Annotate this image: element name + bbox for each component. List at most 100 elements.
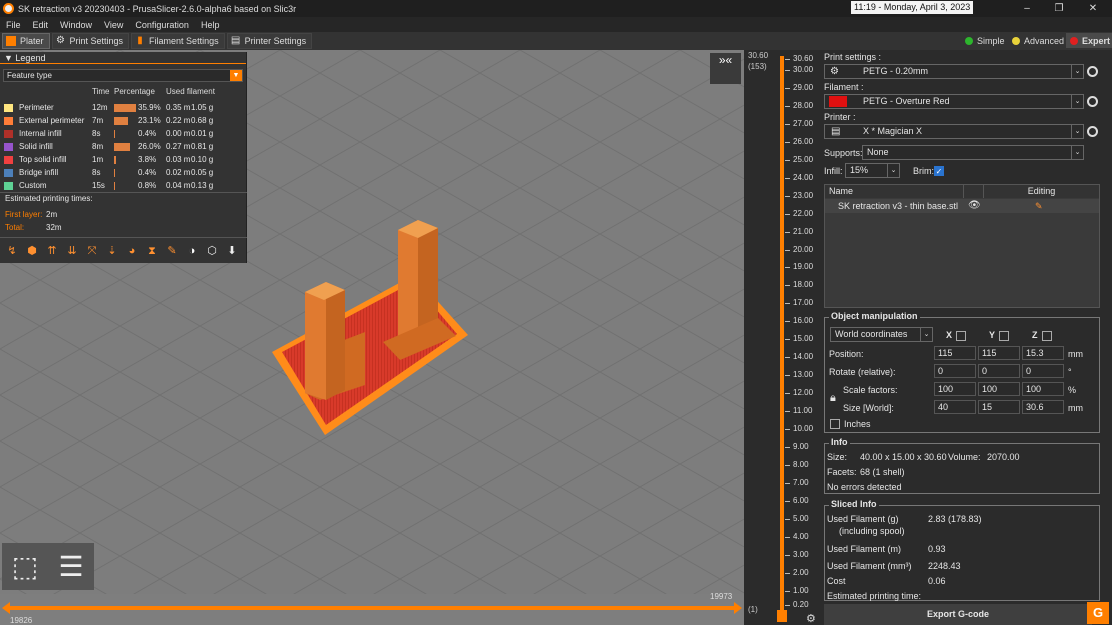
menu-view[interactable]: View	[98, 20, 129, 30]
close-button[interactable]: ✕	[1076, 0, 1110, 17]
center-of-gravity-icon[interactable]: ◑	[183, 242, 201, 260]
coordinates-combo[interactable]: World coordinates ⌄	[830, 327, 933, 342]
axis-z-label: Z	[1032, 330, 1038, 340]
object-row[interactable]: SK retraction v3 - thin base.stl 👁 ✎	[825, 199, 1099, 213]
mode-advanced-button[interactable]: Advanced	[1008, 33, 1068, 48]
travel-icon[interactable]: ↯	[3, 242, 21, 260]
inches-checkbox[interactable]	[830, 419, 840, 429]
size-z-input[interactable]: 30.6	[1022, 400, 1064, 414]
info-title: Info	[829, 437, 850, 447]
scale-z-input[interactable]: 100	[1022, 382, 1064, 396]
wipe-icon[interactable]: ⬢	[23, 242, 41, 260]
legend-meters: 0.03 m	[166, 155, 191, 164]
pause-prints-icon[interactable]: ⧗	[143, 242, 161, 260]
vslider-lock-icon[interactable]	[777, 610, 787, 622]
export-gcode-button[interactable]: Export G-code	[824, 604, 1092, 625]
custom-gcode-icon[interactable]: ✎	[163, 242, 181, 260]
tab-printer-settings[interactable]: ▤ Printer Settings	[226, 33, 313, 49]
tool-marker-icon[interactable]: ⬇	[223, 242, 241, 260]
shells-icon[interactable]: ⬡	[203, 242, 221, 260]
rotate-y-input[interactable]: 0	[978, 364, 1020, 378]
size-x-input[interactable]: 40	[934, 400, 976, 414]
3d-view-cube-icon[interactable]: ⬚	[5, 547, 45, 587]
menu-window[interactable]: Window	[54, 20, 98, 30]
supports-combo[interactable]: None ⌄	[862, 145, 1084, 160]
menu-help[interactable]: Help	[195, 20, 226, 30]
filament-edit-icon[interactable]	[1087, 96, 1098, 107]
object-list[interactable]: Name Editing SK retraction v3 - thin bas…	[824, 184, 1100, 308]
legend-row[interactable]: Top solid infill 1m 3.8% 0.03 m 0.10 g	[4, 154, 244, 166]
drop-z-icon[interactable]	[1042, 331, 1052, 341]
deretractions-icon[interactable]: ⇊	[63, 242, 81, 260]
view-type-select[interactable]: Feature type ▼	[3, 69, 243, 82]
color-changes-icon[interactable]: ◕	[123, 242, 141, 260]
chevron-down-icon: ⌄	[1071, 65, 1083, 78]
edit-object-icon[interactable]: ✎	[1035, 199, 1043, 213]
legend-row[interactable]: Solid infill 8m 26.0% 0.27 m 0.81 g	[4, 141, 244, 153]
printer-combo[interactable]: ▤ X * Magician X ⌄	[824, 124, 1084, 139]
retractions-icon[interactable]: ⇈	[43, 242, 61, 260]
collapse-sidebar-button[interactable]: »«	[710, 53, 741, 84]
print-settings-combo[interactable]: ⚙ PETG - 0.20mm ⌄	[824, 64, 1084, 79]
legend-panel: ▼ Legend Feature type ▼ Time Percentage U…	[0, 52, 247, 263]
advanced-dot-icon	[1012, 36, 1020, 45]
horizontal-slider[interactable]: 19826 19973	[0, 592, 744, 625]
rotate-x-input[interactable]: 0	[934, 364, 976, 378]
layer-tick-label: 21.00	[793, 226, 814, 236]
legend-row[interactable]: Bridge infill 8s 0.4% 0.02 m 0.05 g	[4, 167, 244, 179]
seams-icon[interactable]: ⤧	[83, 242, 101, 260]
drop-x-icon[interactable]	[956, 331, 966, 341]
brim-checkbox[interactable]: ✓	[934, 166, 944, 176]
object-list-name-header[interactable]: Name	[825, 185, 964, 198]
legend-meters: 0.04 m	[166, 181, 191, 190]
legend-percentage-bar	[114, 182, 115, 190]
position-x-input[interactable]: 115	[934, 346, 976, 360]
infill-combo[interactable]: 15% ⌄	[845, 163, 900, 178]
drop-y-icon[interactable]	[999, 331, 1009, 341]
print-settings-edit-icon[interactable]	[1087, 66, 1098, 77]
position-y-input[interactable]: 115	[978, 346, 1020, 360]
legend-header[interactable]: ▼ Legend	[0, 52, 246, 64]
horizontal-slider-right-thumb[interactable]	[734, 602, 742, 614]
rotate-z-input[interactable]: 0	[1022, 364, 1064, 378]
menu-edit[interactable]: Edit	[27, 20, 55, 30]
vertical-layer-slider[interactable]: 30.60 (153) 30.60 30.00 29.00 28.00 27.00 26.…	[744, 50, 820, 625]
position-z-input[interactable]: 15.3	[1022, 346, 1064, 360]
tool-changes-icon[interactable]: ⇣	[103, 242, 121, 260]
layer-tick-label: 29.00	[793, 82, 814, 92]
chevron-down-icon: ⌄	[887, 164, 899, 177]
size-y-input[interactable]: 15	[978, 400, 1020, 414]
legend-feature-name: Bridge infill	[19, 168, 59, 177]
tab-print-settings[interactable]: ⚙ Print Settings	[51, 33, 130, 49]
legend-time: 8s	[92, 129, 101, 138]
eye-icon[interactable]: 👁	[968, 199, 981, 213]
printer-edit-icon[interactable]	[1087, 126, 1098, 137]
menu-file[interactable]: File	[0, 20, 27, 30]
legend-row[interactable]: Custom 15s 0.8% 0.04 m 0.13 g	[4, 180, 244, 192]
maximize-button[interactable]: ❐	[1042, 0, 1076, 17]
legend-percentage: 0.4%	[138, 129, 157, 138]
legend-feature-name: Solid infill	[19, 142, 53, 151]
legend-row[interactable]: External perimeter 7m 23.1% 0.22 m 0.68 g	[4, 115, 244, 127]
scale-x-input[interactable]: 100	[934, 382, 976, 396]
layer-tick-label: 23.00	[793, 190, 814, 200]
send-gcode-button[interactable]: G	[1087, 602, 1109, 624]
preview-layers-icon[interactable]: ☰	[51, 547, 91, 587]
tab-filament-settings[interactable]: ▮ Filament Settings	[131, 33, 225, 49]
legend-time: 15s	[92, 181, 105, 190]
mode-simple-button[interactable]: Simple	[961, 33, 1009, 48]
scale-y-input[interactable]: 100	[978, 382, 1020, 396]
object-list-editing-header[interactable]: Editing	[984, 185, 1099, 198]
legend-row[interactable]: Perimeter 12m 35.9% 0.35 m 1.05 g	[4, 102, 244, 114]
menu-configuration[interactable]: Configuration	[129, 20, 195, 30]
mode-expert-button[interactable]: Expert	[1066, 33, 1112, 48]
vslider-settings-icon[interactable]: ⚙	[806, 612, 816, 625]
filament-combo[interactable]: PETG - Overture Red ⌄	[824, 94, 1084, 109]
scale-unit: %	[1068, 385, 1077, 395]
minimize-button[interactable]: –	[1010, 0, 1044, 17]
horizontal-slider-left-thumb[interactable]	[2, 602, 10, 614]
mode-expert-label: Expert	[1082, 35, 1111, 46]
lock-icon[interactable]: 🔒︎	[830, 392, 836, 405]
tab-plater[interactable]: Plater	[2, 33, 50, 49]
legend-row[interactable]: Internal infill 8s 0.4% 0.00 m 0.01 g	[4, 128, 244, 140]
